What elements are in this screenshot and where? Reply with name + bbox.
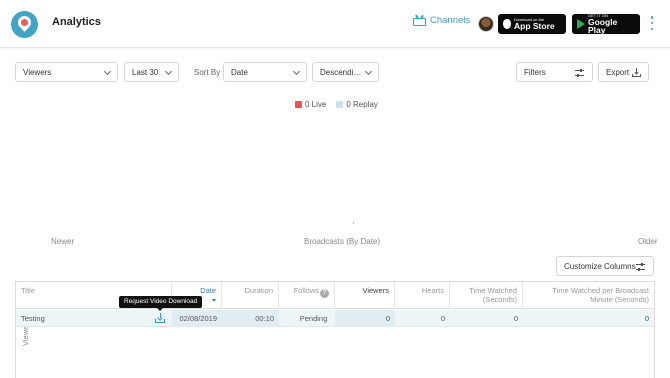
x-axis-label: Broadcasts (By Date) <box>304 237 381 246</box>
chevron-down-icon <box>292 67 301 76</box>
column-header-hearts[interactable]: Hearts <box>395 282 450 309</box>
export-button[interactable]: Export <box>598 62 649 82</box>
column-header-date-label: Date <box>200 286 216 295</box>
column-header-follows[interactable]: Follows? <box>279 282 335 309</box>
sort-by-label: Sort By <box>194 68 221 77</box>
legend-label-live: 0 Live <box>305 100 327 109</box>
chevron-down-icon <box>164 67 173 76</box>
google-play-big-text: Google Play <box>588 16 618 35</box>
legend-item-live[interactable]: 0 Live <box>295 100 326 109</box>
top-bar: Analytics Channels Download on the App S… <box>0 0 670 48</box>
y-axis-label-container: Viewers <box>14 178 54 346</box>
metric-select[interactable]: Viewers <box>15 62 118 82</box>
legend-item-replay[interactable]: 0 Replay <box>336 100 378 109</box>
periscope-logo-icon[interactable] <box>11 11 38 38</box>
apple-icon <box>503 19 511 29</box>
customize-columns-button[interactable]: Customize Columns <box>556 256 654 276</box>
column-header-time-watched[interactable]: Time Watched (Seconds) <box>450 282 523 309</box>
table-header: Title Date Duration Follows? Viewers Hea… <box>16 282 654 309</box>
page-title: Analytics <box>52 16 101 28</box>
filters-label: Filters <box>524 67 546 77</box>
column-header-viewers[interactable]: Viewers <box>335 282 395 309</box>
info-icon[interactable]: ? <box>320 289 329 298</box>
legend-label-replay: 0 Replay <box>346 100 378 109</box>
sort-field-select[interactable]: Date <box>223 62 307 82</box>
chevron-down-icon <box>364 67 373 76</box>
cell-duration: 00:10 <box>222 310 279 327</box>
chart-legend: 0 Live 0 Replay <box>295 100 378 109</box>
download-icon <box>632 68 641 77</box>
cell-time-per-minute: 0 <box>644 314 649 323</box>
channels-label: Channels <box>430 15 471 26</box>
range-select[interactable]: Last 30 <box>124 62 179 82</box>
column-header-duration[interactable]: Duration <box>222 282 279 309</box>
table-row[interactable]: Testing 02/08/2019 00:10 Pending 0 0 0 0 <box>16 310 654 327</box>
tv-icon <box>413 14 426 26</box>
filters-button[interactable]: Filters <box>516 62 593 82</box>
request-download-icon[interactable] <box>155 313 165 323</box>
chevron-down-icon <box>103 67 112 76</box>
sort-field-value: Date <box>231 67 248 77</box>
avatar[interactable] <box>478 16 494 32</box>
cell-date: 02/08/2019 <box>172 310 222 327</box>
cell-follows: Pending <box>299 314 328 323</box>
more-vert-icon[interactable] <box>650 16 654 30</box>
sort-order-value: Descendi… <box>320 67 362 77</box>
broadcasts-table: Title Date Duration Follows? Viewers Hea… <box>15 281 655 378</box>
cell-viewers: 0 <box>335 310 395 327</box>
chart-tick <box>353 222 354 224</box>
export-label: Export <box>606 67 630 77</box>
column-header-follows-label: Follows <box>293 286 319 295</box>
app-store-big-text: App Store <box>514 20 555 31</box>
google-play-button[interactable]: GET IT ON Google Play <box>572 13 640 35</box>
tooltip: Request Video Download <box>119 296 203 311</box>
x-axis-older-label: Older <box>638 237 658 246</box>
cell-time-watched: 0 <box>513 314 518 323</box>
x-axis-newer-label: Newer <box>51 237 75 246</box>
sort-desc-icon <box>212 299 216 302</box>
app-store-button[interactable]: Download on the App Store <box>498 14 566 34</box>
sliders-icon <box>636 263 645 271</box>
sliders-icon <box>575 69 584 77</box>
legend-swatch-replay <box>336 101 344 108</box>
google-play-icon <box>577 19 585 29</box>
range-select-value: Last 30 <box>132 67 159 77</box>
metric-select-value: Viewers <box>23 67 52 77</box>
legend-swatch-live <box>295 101 302 108</box>
channels-link[interactable]: Channels <box>413 14 471 26</box>
column-header-time-per-minute[interactable]: Time Watched per Broadcast Minute (Secon… <box>523 282 654 309</box>
cell-title: Testing <box>21 314 45 323</box>
sort-order-select[interactable]: Descendi… <box>312 62 379 82</box>
cell-hearts: 0 <box>440 314 445 323</box>
customize-columns-label: Customize Columns <box>564 261 636 271</box>
